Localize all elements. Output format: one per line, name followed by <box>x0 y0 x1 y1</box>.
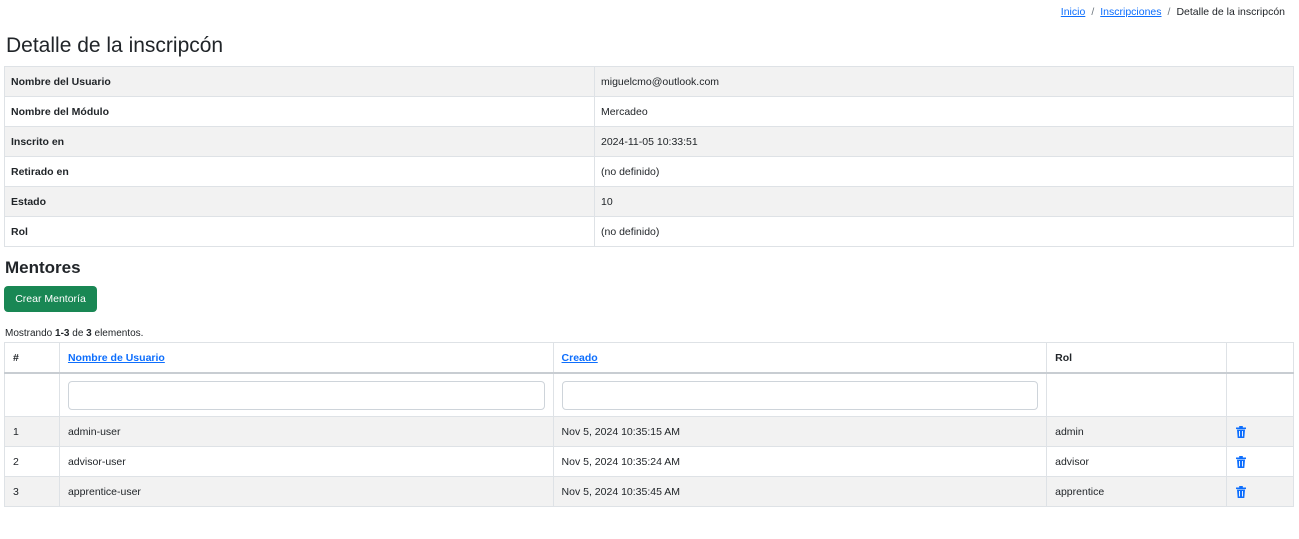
detail-row-retirado: Retirado en (no definido) <box>4 156 1294 187</box>
breadcrumb-separator: / <box>1091 6 1095 18</box>
filter-cell <box>552 372 1048 417</box>
row-username: advisor-user <box>58 446 554 477</box>
detail-value: (no definido) <box>594 216 1294 247</box>
filter-cell <box>1226 372 1294 417</box>
table-header-row: # Nombre de Usuario Creado Rol <box>4 342 1294 374</box>
row-role: apprentice <box>1046 476 1228 507</box>
detail-value: Mercadeo <box>594 96 1294 127</box>
row-username: admin-user <box>58 416 554 447</box>
row-number: 2 <box>4 446 60 477</box>
column-header-created: Creado <box>552 342 1048 374</box>
page-title: Detalle de la inscripcón <box>6 34 224 57</box>
table-row: 1 admin-user Nov 5, 2024 10:35:15 AM adm… <box>4 416 1294 447</box>
row-number: 1 <box>4 416 60 447</box>
summary-text: Mostrando <box>5 328 56 339</box>
breadcrumb-home-link[interactable]: Inicio <box>1061 6 1086 18</box>
table-row: 2 advisor-user Nov 5, 2024 10:35:24 AM a… <box>4 446 1294 477</box>
username-filter-input[interactable] <box>67 380 545 410</box>
row-actions <box>1226 446 1294 477</box>
breadcrumb-separator: / <box>1167 6 1171 18</box>
filter-cell <box>4 372 60 417</box>
created-filter-input[interactable] <box>561 380 1039 410</box>
filter-row <box>4 372 1294 417</box>
grid-summary: Mostrando 1-3 de 3 elementos. <box>5 328 143 339</box>
detail-table: Nombre del Usuario miguelcmo@outlook.com … <box>4 66 1294 247</box>
detail-row-rol: Rol (no definido) <box>4 216 1294 247</box>
create-mentoria-button[interactable]: Crear Mentoría <box>4 286 97 312</box>
row-actions <box>1226 476 1294 507</box>
breadcrumb-inscripciones-link[interactable]: Inscripciones <box>1100 6 1161 18</box>
mentors-heading: Mentores <box>5 258 81 277</box>
row-role: advisor <box>1046 446 1228 477</box>
summary-range: 1-3 <box>55 328 70 339</box>
detail-value: 10 <box>594 186 1294 217</box>
detail-row-estado: Estado 10 <box>4 186 1294 217</box>
detail-label: Rol <box>4 216 595 247</box>
column-header-actions <box>1226 342 1294 374</box>
sort-created-link[interactable]: Creado <box>562 352 598 364</box>
detail-label: Nombre del Usuario <box>4 66 595 97</box>
detail-label: Estado <box>4 186 595 217</box>
row-number: 3 <box>4 476 60 507</box>
detail-row-modulo: Nombre del Módulo Mercadeo <box>4 96 1294 127</box>
filter-cell <box>58 372 554 417</box>
row-created: Nov 5, 2024 10:35:15 AM <box>552 416 1048 447</box>
sort-username-link[interactable]: Nombre de Usuario <box>68 352 165 364</box>
mentors-table: # Nombre de Usuario Creado Rol 1 admin-u… <box>4 342 1294 507</box>
detail-row-usuario: Nombre del Usuario miguelcmo@outlook.com <box>4 66 1294 97</box>
detail-value: miguelcmo@outlook.com <box>594 66 1294 97</box>
row-role: admin <box>1046 416 1228 447</box>
detail-value: (no definido) <box>594 156 1294 187</box>
filter-cell <box>1046 372 1228 417</box>
detail-row-inscrito: Inscrito en 2024-11-05 10:33:51 <box>4 126 1294 157</box>
breadcrumb-current: Detalle de la inscripcón <box>1176 6 1285 18</box>
column-header-number: # <box>4 342 60 374</box>
trash-icon[interactable] <box>1235 455 1247 468</box>
trash-icon[interactable] <box>1235 425 1247 438</box>
detail-value: 2024-11-05 10:33:51 <box>594 126 1294 157</box>
column-header-username: Nombre de Usuario <box>58 342 554 374</box>
row-actions <box>1226 416 1294 447</box>
row-created: Nov 5, 2024 10:35:24 AM <box>552 446 1048 477</box>
row-created: Nov 5, 2024 10:35:45 AM <box>552 476 1048 507</box>
breadcrumb: Inicio / Inscripciones / Detalle de la inscr… <box>1061 6 1285 18</box>
detail-label: Nombre del Módulo <box>4 96 595 127</box>
summary-text: de <box>69 328 87 339</box>
column-header-role: Rol <box>1046 342 1228 374</box>
summary-text: elementos. <box>91 328 144 339</box>
trash-icon[interactable] <box>1235 485 1247 498</box>
table-row: 3 apprentice-user Nov 5, 2024 10:35:45 A… <box>4 476 1294 507</box>
detail-label: Inscrito en <box>4 126 595 157</box>
detail-label: Retirado en <box>4 156 595 187</box>
row-username: apprentice-user <box>58 476 554 507</box>
